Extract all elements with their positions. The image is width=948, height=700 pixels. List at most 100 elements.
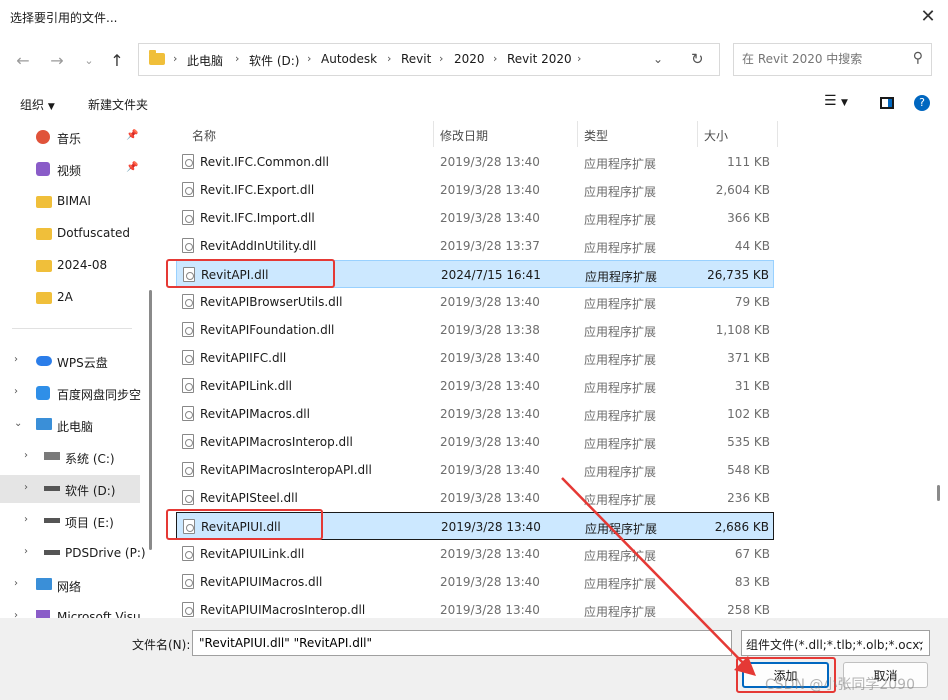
forward-button[interactable]: →	[44, 46, 70, 74]
sidebar-item-label: 视频	[57, 164, 82, 178]
music-icon	[36, 130, 50, 144]
folder-icon	[36, 196, 52, 208]
breadcrumb-autodesk[interactable]: Autodesk	[321, 52, 377, 66]
filetype-select[interactable]: 组件文件(*.dll;*.tlb;*.olb;*.ocx; ⌄	[741, 630, 930, 656]
breadcrumb-2020[interactable]: 2020	[454, 52, 485, 66]
file-type: 应用程序扩展	[584, 157, 657, 171]
sidebar-item-network[interactable]: › 网络	[0, 571, 140, 599]
sidebar-item-baidu-sync[interactable]: › 百度网盘同步空	[0, 379, 141, 407]
file-type: 应用程序扩展	[584, 381, 657, 395]
sidebar-item-drive-d[interactable]: › 软件 (D:)	[0, 475, 140, 503]
arrow-right-icon: →	[50, 50, 64, 70]
annotation-box-revitapi	[166, 259, 335, 288]
navigation-pane: 音乐 📌 视频 📌 BIMAI Dotfuscated 2024-08 2A ›…	[0, 121, 146, 618]
file-date: 2019/3/28 13:40	[440, 379, 540, 393]
sidebar-item-video[interactable]: 视频 📌	[0, 155, 140, 183]
chevron-down-icon[interactable]: ⌄	[14, 418, 22, 429]
table-row[interactable]: RevitAPIFoundation.dll 2019/3/28 13:38 应…	[176, 316, 774, 344]
file-size: 102 KB	[727, 407, 770, 421]
windows-drive-icon	[44, 452, 60, 460]
preview-pane-button[interactable]	[880, 97, 894, 109]
folder-icon	[36, 228, 52, 240]
column-header-type[interactable]: 类型	[578, 121, 698, 147]
table-row[interactable]: RevitAPIBrowserUtils.dll 2019/3/28 13:40…	[176, 288, 774, 316]
sidebar-item-2a[interactable]: 2A	[0, 283, 140, 311]
table-row[interactable]: RevitAPIUIMacros.dll 2019/3/28 13:40 应用程…	[176, 568, 774, 596]
dll-file-icon	[182, 182, 194, 197]
file-type: 应用程序扩展	[584, 213, 657, 227]
chevron-right-icon[interactable]: ›	[24, 482, 28, 493]
filename-label: 文件名(N):	[132, 638, 191, 652]
column-header-date[interactable]: 修改日期	[434, 121, 578, 147]
chevron-right-icon[interactable]: ›	[14, 610, 18, 618]
file-name: RevitAPIFoundation.dll	[200, 323, 335, 337]
breadcrumb-revit[interactable]: Revit	[401, 52, 431, 66]
table-row[interactable]: Revit.IFC.Import.dll 2019/3/28 13:40 应用程…	[176, 204, 774, 232]
help-icon[interactable]: ?	[914, 95, 930, 111]
table-row[interactable]: RevitAPIUIMacrosInterop.dll 2019/3/28 13…	[176, 596, 774, 618]
breadcrumb-drive-d[interactable]: 软件 (D:)	[249, 52, 299, 69]
file-date: 2024/7/15 16:41	[441, 268, 541, 282]
sidebar-item-bimai[interactable]: BIMAI	[0, 187, 140, 215]
sidebar-item-music[interactable]: 音乐 📌	[0, 123, 140, 151]
view-options-button[interactable]: ☰ ▼	[824, 93, 848, 109]
breadcrumb-revit-2020[interactable]: Revit 2020	[507, 52, 572, 66]
chevron-right-icon[interactable]: ›	[24, 450, 28, 461]
file-name: RevitAPIUIMacrosInterop.dll	[200, 603, 366, 617]
up-button[interactable]: ↑	[104, 46, 130, 74]
file-list-scrollbar[interactable]	[937, 485, 940, 501]
sidebar-item-wps-cloud[interactable]: › WPS云盘	[0, 347, 140, 375]
dll-file-icon	[182, 322, 194, 337]
search-box[interactable]: ⚲	[733, 43, 932, 76]
sidebar-item-pdsdrive[interactable]: › PDSDrive (P:)	[0, 539, 146, 567]
refresh-icon[interactable]: ↻	[691, 50, 704, 68]
search-icon[interactable]: ⚲	[913, 50, 923, 66]
organize-label: 组织	[20, 98, 45, 112]
sidebar-item-visual-studio[interactable]: › Microsoft Visu	[0, 603, 141, 618]
file-name: RevitAPIIFC.dll	[200, 351, 287, 365]
pin-icon[interactable]: 📌	[126, 162, 138, 173]
sidebar-scrollbar[interactable]	[149, 290, 152, 550]
address-bar[interactable]: › 此电脑 › 软件 (D:) › Autodesk › Revit › 202…	[138, 43, 720, 76]
table-row[interactable]: RevitAPIIFC.dll 2019/3/28 13:40 应用程序扩展 3…	[176, 344, 774, 372]
chevron-right-icon[interactable]: ›	[14, 578, 18, 589]
sidebar-item-this-pc[interactable]: ⌄ 此电脑	[0, 411, 140, 439]
table-row[interactable]: RevitAPISteel.dll 2019/3/28 13:40 应用程序扩展…	[176, 484, 774, 512]
filetype-value: 组件文件(*.dll;*.tlb;*.olb;*.ocx;	[746, 638, 924, 652]
chevron-right-icon[interactable]: ›	[14, 354, 18, 365]
file-date: 2019/3/28 13:40	[440, 491, 540, 505]
table-row[interactable]: RevitAPIMacros.dll 2019/3/28 13:40 应用程序扩…	[176, 400, 774, 428]
sidebar-item-drive-c[interactable]: › 系统 (C:)	[0, 443, 140, 471]
table-row[interactable]: RevitAPIMacrosInterop.dll 2019/3/28 13:4…	[176, 428, 774, 456]
dll-file-icon	[182, 350, 194, 365]
chevron-down-icon[interactable]: ⌄	[653, 52, 663, 66]
table-row[interactable]: RevitAddInUtility.dll 2019/3/28 13:37 应用…	[176, 232, 774, 260]
search-input[interactable]	[742, 52, 902, 66]
sidebar-item-dotfuscated[interactable]: Dotfuscated	[0, 219, 140, 247]
sidebar-item-2024-08[interactable]: 2024-08	[0, 251, 140, 279]
table-row[interactable]: RevitAPILink.dll 2019/3/28 13:40 应用程序扩展 …	[176, 372, 774, 400]
table-row[interactable]: RevitAPIUILink.dll 2019/3/28 13:40 应用程序扩…	[176, 540, 774, 568]
sidebar-item-drive-e[interactable]: › 项目 (E:)	[0, 507, 140, 535]
breadcrumb-this-pc[interactable]: 此电脑	[187, 52, 223, 69]
sidebar-item-label: 此电脑	[57, 420, 94, 434]
sidebar-divider	[12, 328, 132, 329]
table-row[interactable]: RevitAPIMacrosInteropAPI.dll 2019/3/28 1…	[176, 456, 774, 484]
organize-button[interactable]: 组织 ▼	[20, 96, 55, 113]
chevron-right-icon[interactable]: ›	[24, 514, 28, 525]
filename-input[interactable]	[192, 630, 732, 656]
new-folder-button[interactable]: 新建文件夹	[88, 96, 148, 113]
chevron-right-icon[interactable]: ›	[14, 386, 18, 397]
chevron-right-icon[interactable]: ›	[24, 546, 28, 557]
breadcrumb-separator: ›	[307, 52, 312, 65]
column-header-size[interactable]: 大小	[698, 121, 778, 147]
file-date: 2019/3/28 13:40	[440, 295, 540, 309]
back-button[interactable]: ←	[10, 46, 36, 74]
close-button[interactable]: ✕	[914, 3, 942, 29]
column-header-name[interactable]: 名称 ^	[170, 121, 434, 147]
table-row[interactable]: Revit.IFC.Common.dll 2019/3/28 13:40 应用程…	[176, 148, 774, 176]
recent-locations-button[interactable]: ⌄	[76, 46, 102, 74]
table-row[interactable]: Revit.IFC.Export.dll 2019/3/28 13:40 应用程…	[176, 176, 774, 204]
file-name: RevitAPIUILink.dll	[200, 547, 305, 561]
pin-icon[interactable]: 📌	[126, 130, 138, 141]
